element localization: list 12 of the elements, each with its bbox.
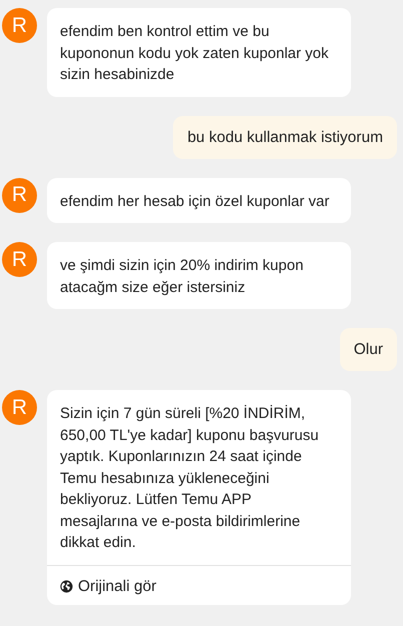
message-text: Sizin için 7 gün süreli [%20 İNDİRİM, 650,00 TL'ye kadar] kuponu başvurusu yaptık. Kuponlarınızın 24 saat içinde Temu hesabınıza yükleneceğini bekliyoruz. Lütfen Temu APP mesajlarına ve e-posta bildirimlerine dikkat edin. bbox=[59, 404, 320, 553]
avatar: R bbox=[2, 8, 37, 43]
globe-icon bbox=[60, 580, 73, 593]
avatar: R bbox=[2, 390, 37, 425]
message-text: bu kodu kullanmak istiyorum bbox=[187, 128, 383, 146]
message-text: Olur bbox=[354, 341, 383, 358]
avatar: R bbox=[2, 178, 37, 212]
message-text: efendim ben kontrol ettim ve bu kupononun kodu yok zaten kuponlar yok sizin hesabinizde bbox=[59, 22, 330, 85]
message-text: efendim her hesab için özel kuponlar var bbox=[59, 192, 330, 212]
message-text: ve şimdi sizin için 20% indirim kupon atacağm size eğer istersiniz bbox=[59, 256, 304, 298]
avatar: R bbox=[2, 242, 37, 277]
view-original-link[interactable]: Orijinali gör bbox=[47, 566, 351, 604]
